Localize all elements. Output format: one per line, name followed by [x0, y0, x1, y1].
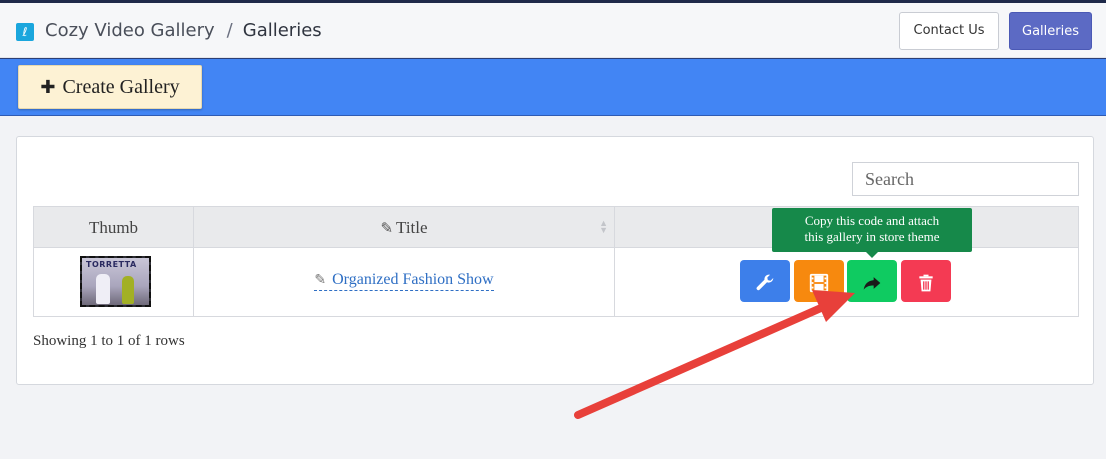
- app-logo-icon: ℓ: [16, 23, 34, 41]
- thumbnail-model-right: [122, 276, 134, 304]
- sort-icon[interactable]: ▲ ▼: [599, 219, 608, 235]
- create-gallery-label: Create Gallery: [62, 76, 180, 98]
- create-gallery-button[interactable]: ✚ Create Gallery: [18, 65, 202, 109]
- delete-gallery-button[interactable]: [901, 260, 951, 302]
- trash-icon: [919, 274, 933, 291]
- column-header-thumb: Thumb: [34, 207, 194, 248]
- gallery-thumbnail[interactable]: TORRETTA: [80, 256, 151, 307]
- share-tooltip: Copy this code and attach this gallery i…: [772, 208, 972, 258]
- thumb-cell: TORRETTA: [34, 248, 194, 316]
- column-header-title[interactable]: ✎ Title ▲ ▼: [194, 207, 615, 248]
- breadcrumb: Cozy Video Gallery / Galleries: [45, 20, 322, 41]
- gallery-title-text: Organized Fashion Show: [332, 271, 494, 288]
- thumbnail-model-left: [96, 274, 110, 304]
- app-header: ℓ Cozy Video Gallery / Galleries Contact U…: [0, 3, 1106, 58]
- film-icon: [809, 273, 829, 292]
- galleries-card: Thumb ✎Title ▲▼ TORRETTA ✎Organized Fas: [16, 136, 1094, 385]
- tooltip-line-2: this gallery in store theme: [804, 229, 940, 244]
- share-embed-button[interactable]: [847, 260, 897, 302]
- breadcrumb-separator: /: [226, 20, 233, 41]
- gallery-title-link[interactable]: ✎ Organized Fashion Show: [314, 271, 494, 291]
- pencil-icon: ✎: [380, 221, 394, 237]
- pencil-icon: ✎: [314, 273, 327, 288]
- tooltip-line-1: Copy this code and attach: [804, 213, 940, 228]
- thumbnail-logo-text: TORRETTA: [86, 260, 137, 269]
- edit-gallery-button[interactable]: [740, 260, 790, 302]
- plus-icon: ✚: [40, 77, 56, 98]
- table-row: TORRETTA ✎ Organized Fashion Show: [34, 248, 1078, 316]
- video-button[interactable]: [794, 260, 844, 302]
- actions-cell: [615, 248, 1078, 316]
- action-bar: ✚ Create Gallery: [0, 58, 1106, 116]
- column-header-thumb-label: Thumb: [88, 218, 139, 237]
- breadcrumb-current: Galleries: [242, 20, 322, 41]
- wrench-icon: [756, 274, 774, 290]
- search-input[interactable]: [852, 162, 1079, 196]
- breadcrumb-app-name[interactable]: Cozy Video Gallery: [45, 20, 215, 41]
- galleries-button[interactable]: Galleries: [1009, 12, 1092, 50]
- pagination-info: Showing 1 to 1 of 1 rows: [33, 333, 185, 349]
- contact-us-button[interactable]: Contact Us: [899, 12, 999, 50]
- share-icon: [863, 276, 881, 290]
- title-cell: ✎ Organized Fashion Show: [194, 248, 615, 316]
- column-header-title-label: Title: [396, 218, 428, 237]
